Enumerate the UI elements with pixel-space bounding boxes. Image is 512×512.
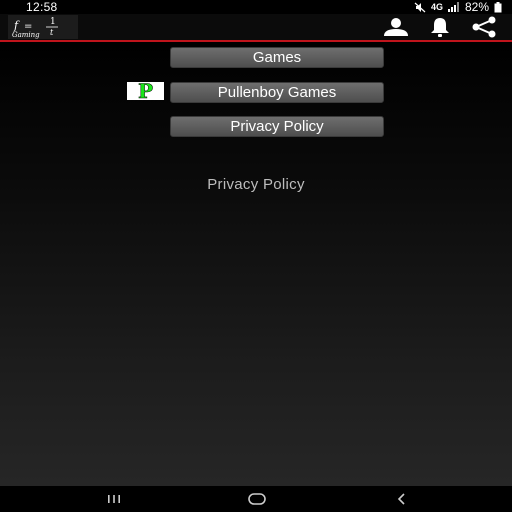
mute-icon	[414, 2, 426, 13]
screen: 12:58 4G 82% f = 1 t Gaming Games P Pull…	[0, 0, 512, 512]
recent-apps-icon	[108, 495, 120, 503]
app-bar: f = 1 t Gaming	[0, 14, 512, 42]
battery-percent: 82%	[464, 0, 489, 14]
home-icon	[248, 493, 266, 505]
pullenboy-badge: P	[127, 79, 164, 103]
share-icon	[472, 16, 496, 38]
network-type-label: 4G	[430, 2, 443, 12]
status-time: 12:58	[26, 0, 58, 14]
back-button[interactable]	[377, 486, 427, 512]
battery-icon	[494, 1, 502, 13]
badge-letter: P	[137, 79, 154, 103]
games-button[interactable]: Games	[170, 47, 384, 68]
signal-icon	[447, 2, 460, 12]
privacy-policy-heading: Privacy Policy	[207, 176, 305, 193]
status-icons: 4G 82%	[414, 0, 502, 14]
profile-icon	[384, 18, 408, 36]
logo-denominator: t	[50, 28, 54, 37]
back-icon	[397, 493, 405, 505]
status-bar: 12:58 4G 82%	[0, 0, 512, 14]
logo-subtitle: Gaming	[12, 31, 40, 39]
pullenboy-games-button[interactable]: Pullenboy Games	[170, 82, 384, 103]
content-area: Games P Pullenboy Games Privacy Policy P…	[0, 42, 512, 486]
profile-button[interactable]	[374, 14, 418, 40]
nav-bar	[0, 486, 512, 512]
home-button[interactable]	[232, 486, 282, 512]
logo-numerator: 1	[50, 17, 56, 27]
privacy-policy-button[interactable]: Privacy Policy	[170, 116, 384, 137]
recent-apps-button[interactable]	[89, 486, 139, 512]
notifications-button[interactable]	[418, 14, 462, 40]
share-button[interactable]	[462, 14, 506, 40]
app-logo[interactable]: f = 1 t Gaming	[8, 15, 78, 39]
bell-icon	[431, 18, 449, 37]
app-actions	[374, 14, 506, 40]
